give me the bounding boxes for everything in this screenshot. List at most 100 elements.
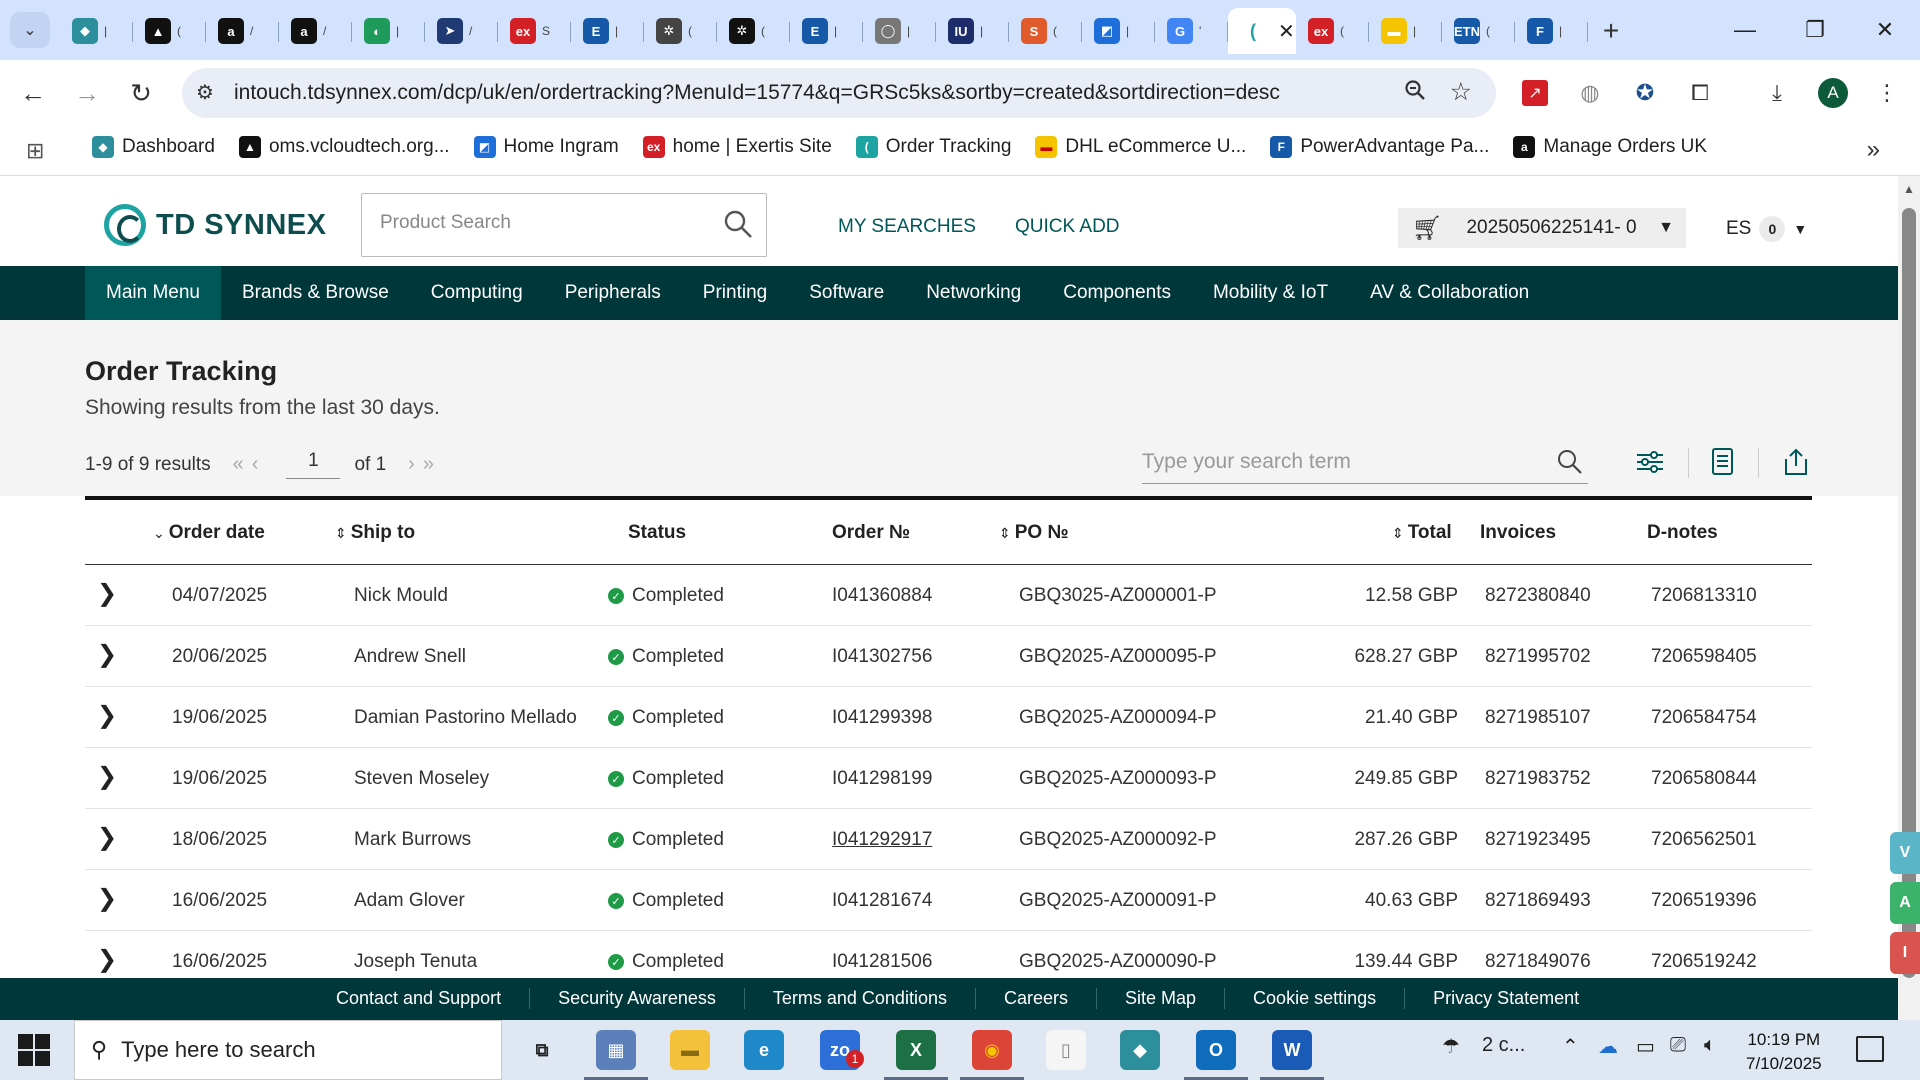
tray-chevron-icon[interactable]: ⌃ [1562, 1034, 1579, 1059]
invoice-link[interactable]: 8271849076 [1485, 951, 1591, 973]
order-number-link[interactable]: I041292917 [832, 829, 932, 851]
order-number-link[interactable]: I041281674 [832, 890, 932, 912]
notifications-icon[interactable] [1856, 1036, 1884, 1062]
taskbar-search-input[interactable] [121, 1037, 462, 1063]
invoice-link[interactable]: 8271869493 [1485, 890, 1591, 912]
browser-tab[interactable]: ▬ | [1369, 8, 1442, 54]
chrome-icon[interactable]: ◉ [960, 1030, 1024, 1080]
extensions-puzzle-icon[interactable]: ⧠ [1685, 78, 1715, 108]
reload-button[interactable]: ↻ [124, 76, 158, 110]
dnote-link[interactable]: 7206598405 [1651, 646, 1757, 668]
minimize-button[interactable]: — [1710, 0, 1780, 60]
dnote-link[interactable]: 7206519242 [1651, 951, 1757, 973]
table-row[interactable]: ❯ 04/07/2025 Nick Mould ✓ Completed I04136088… [85, 565, 1812, 626]
back-button[interactable]: ← [16, 76, 50, 110]
network-icon[interactable]: ⎚ [1670, 1034, 1686, 1057]
expand-row-chevron-icon[interactable]: ❯ [97, 884, 117, 913]
excel-icon[interactable]: X [884, 1030, 948, 1080]
edge-icon[interactable]: e [744, 1030, 784, 1070]
azure-icon[interactable]: ◆ [1120, 1030, 1160, 1070]
footer-link[interactable]: Cookie settings [1225, 988, 1406, 1009]
bookmark-star-icon[interactable]: ☆ [1450, 77, 1472, 107]
url-text[interactable]: intouch.tdsynnex.com/dcp/uk/en/ordertrac… [234, 81, 1280, 105]
table-row[interactable]: ❯ 18/06/2025 Mark Burrows ✓ Completed I041292… [85, 809, 1812, 870]
browser-tab[interactable]: ▲( [133, 8, 206, 54]
user-menu[interactable]: ES 0 ▼ [1726, 216, 1807, 242]
browser-tab[interactable]: ETN ( [1442, 8, 1515, 54]
td-synnex-logo[interactable]: TD SYNNEX [104, 204, 326, 246]
bookmark-item[interactable]: a Manage Orders UK [1513, 136, 1707, 158]
browser-tab[interactable]: F | [1515, 8, 1588, 54]
expand-row-chevron-icon[interactable]: ❯ [97, 945, 117, 974]
browser-tab[interactable]: IU | [936, 8, 1009, 54]
export-share-icon[interactable] [1778, 444, 1814, 480]
col-total[interactable]: ⇕ Total [1392, 522, 1452, 544]
browser-tab[interactable]: ◯ | [863, 8, 936, 54]
browser-tab[interactable]: ex ( [1296, 8, 1369, 54]
tab-search-button[interactable]: ⌄ [10, 12, 50, 48]
dnote-link[interactable]: 7206813310 [1651, 585, 1757, 607]
file-explorer-icon[interactable]: ▬ [670, 1030, 710, 1070]
browser-tab[interactable]: ➤ / [425, 8, 498, 54]
forward-button[interactable]: → [70, 76, 104, 110]
nav-item[interactable]: Networking [905, 266, 1042, 320]
close-window-button[interactable]: ✕ [1850, 0, 1920, 60]
browser-tab[interactable]: ✲( [644, 8, 717, 54]
order-search-input[interactable] [1142, 444, 1532, 474]
browser-tab[interactable]: E | [571, 8, 644, 54]
volume-icon[interactable]: 🔈︎ [1704, 1034, 1716, 1057]
side-widget-tab[interactable]: A [1890, 882, 1920, 924]
invoice-link[interactable]: 8271995702 [1485, 646, 1591, 668]
address-bar[interactable]: ⚙ intouch.tdsynnex.com/dcp/uk/en/ordertr… [182, 68, 1496, 118]
browser-tab[interactable]: (✕ [1228, 8, 1296, 54]
table-row[interactable]: ❯ 19/06/2025 Damian Pastorino Mellado ✓ Comp… [85, 687, 1812, 748]
nav-item[interactable]: Brands & Browse [221, 266, 410, 320]
footer-link[interactable]: Careers [976, 988, 1097, 1009]
invoice-link[interactable]: 8271983752 [1485, 768, 1591, 790]
scroll-up-icon[interactable]: ▲ [1903, 182, 1915, 196]
calculator-icon[interactable]: ▦ [584, 1030, 648, 1080]
dnote-link[interactable]: 7206562501 [1651, 829, 1757, 851]
page-number-input[interactable]: 1 [286, 450, 341, 479]
expand-row-chevron-icon[interactable]: ❯ [97, 640, 117, 669]
windows-start-button[interactable] [18, 1034, 50, 1066]
word-icon[interactable]: W [1260, 1030, 1324, 1080]
first-page-icon[interactable]: « [233, 453, 244, 476]
expand-row-chevron-icon[interactable]: ❯ [97, 579, 117, 608]
filter-sliders-icon[interactable] [1632, 444, 1668, 480]
nav-item[interactable]: Software [788, 266, 905, 320]
weather-text[interactable]: 2 c... [1482, 1034, 1525, 1057]
new-tab-button[interactable]: + [1588, 8, 1634, 54]
invoice-link[interactable]: 8271985107 [1485, 707, 1591, 729]
browser-tab[interactable]: a / [279, 8, 352, 54]
restore-button[interactable]: ❐ [1780, 0, 1850, 60]
bookmark-item[interactable]: F PowerAdvantage Pa... [1270, 136, 1489, 158]
col-order-date[interactable]: ⌄ Order date [153, 522, 265, 544]
table-row[interactable]: ❯ 16/06/2025 Adam Glover ✓ Completed I0412816… [85, 870, 1812, 931]
task-view-icon[interactable]: ⧉ [522, 1030, 562, 1070]
invoice-link[interactable]: 8272380840 [1485, 585, 1591, 607]
prev-page-icon[interactable]: ‹ [252, 453, 259, 476]
order-number-link[interactable]: I041360884 [832, 585, 932, 607]
dnote-link[interactable]: 7206519396 [1651, 890, 1757, 912]
document-list-icon[interactable] [1704, 444, 1740, 480]
footer-link[interactable]: Privacy Statement [1405, 988, 1607, 1009]
nav-item[interactable]: Peripherals [544, 266, 682, 320]
nav-item[interactable]: Printing [682, 266, 788, 320]
browser-tab[interactable]: ◐ | [352, 8, 425, 54]
browser-tab[interactable]: G ' [1155, 8, 1228, 54]
quick-add-link[interactable]: QUICK ADD [1015, 216, 1120, 238]
browser-tab[interactable]: ✲( [717, 8, 790, 54]
pdf-extension-icon[interactable]: ↗ [1520, 78, 1550, 108]
nav-item[interactable]: Mobility & IoT [1192, 266, 1349, 320]
table-row[interactable]: ❯ 19/06/2025 Steven Moseley ✓ Completed I0412… [85, 748, 1812, 809]
notepad-icon[interactable]: ▯ [1046, 1030, 1086, 1070]
my-searches-link[interactable]: MY SEARCHES [838, 216, 976, 238]
browser-tab[interactable]: a / [206, 8, 279, 54]
product-search-input[interactable] [380, 212, 710, 234]
nav-item[interactable]: Components [1042, 266, 1192, 320]
nav-item[interactable]: AV & Collaboration [1349, 266, 1550, 320]
outlook-icon[interactable]: O [1184, 1030, 1248, 1080]
bookmark-item[interactable]: ◆ Dashboard [92, 136, 215, 158]
browser-tab[interactable]: ◆ | [60, 8, 133, 54]
